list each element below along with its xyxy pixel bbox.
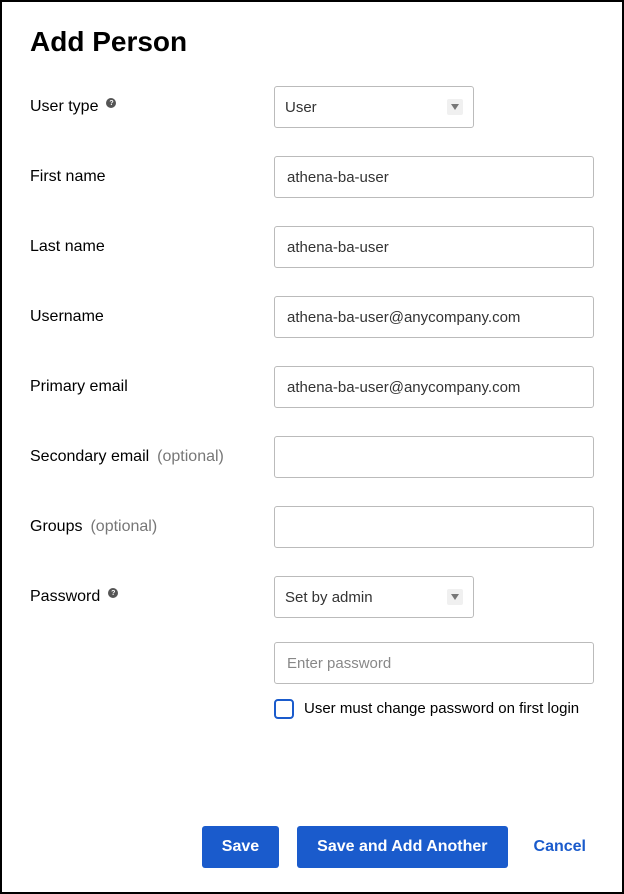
label-secondary-email: Secondary email (optional) [30,436,274,466]
label-groups: Groups (optional) [30,506,274,536]
label-last-name: Last name [30,226,274,256]
label-user-type: User type ? [30,86,274,116]
button-bar: Save Save and Add Another Cancel [30,826,594,868]
label-password-text: Password [30,588,100,606]
password-change-checkbox-row: User must change password on first login [274,698,594,721]
label-groups-text: Groups [30,518,82,536]
row-groups: Groups (optional) [30,506,594,548]
label-user-type-text: User type [30,98,98,116]
help-icon[interactable]: ? [106,98,116,108]
label-last-name-text: Last name [30,238,105,256]
label-first-name-text: First name [30,168,106,186]
password-mode-value: Set by admin [285,589,373,606]
username-input[interactable] [274,296,594,338]
row-secondary-email: Secondary email (optional) [30,436,594,478]
row-last-name: Last name [30,226,594,268]
chevron-down-icon [447,589,463,605]
optional-text: (optional) [90,518,157,536]
cancel-button[interactable]: Cancel [526,826,594,868]
first-name-input[interactable] [274,156,594,198]
password-input[interactable] [274,642,594,684]
password-change-checkbox[interactable] [274,699,294,719]
row-user-type: User type ? User [30,86,594,128]
row-first-name: First name [30,156,594,198]
label-secondary-email-text: Secondary email [30,448,149,466]
user-type-value: User [285,99,317,116]
label-username-text: Username [30,308,104,326]
last-name-input[interactable] [274,226,594,268]
password-change-checkbox-label: User must change password on first login [304,698,579,721]
row-password: Password ? Set by admin User must change… [30,576,594,721]
row-primary-email: Primary email [30,366,594,408]
optional-text: (optional) [157,448,224,466]
groups-input[interactable] [274,506,594,548]
primary-email-input[interactable] [274,366,594,408]
label-username: Username [30,296,274,326]
save-button[interactable]: Save [202,826,279,868]
password-mode-select[interactable]: Set by admin [274,576,474,618]
label-primary-email-text: Primary email [30,378,128,396]
label-first-name: First name [30,156,274,186]
row-username: Username [30,296,594,338]
help-icon[interactable]: ? [108,588,118,598]
label-password: Password ? [30,576,274,606]
user-type-select[interactable]: User [274,86,474,128]
chevron-down-icon [447,99,463,115]
secondary-email-input[interactable] [274,436,594,478]
page-title: Add Person [30,26,594,58]
label-primary-email: Primary email [30,366,274,396]
save-add-another-button[interactable]: Save and Add Another [297,826,507,868]
